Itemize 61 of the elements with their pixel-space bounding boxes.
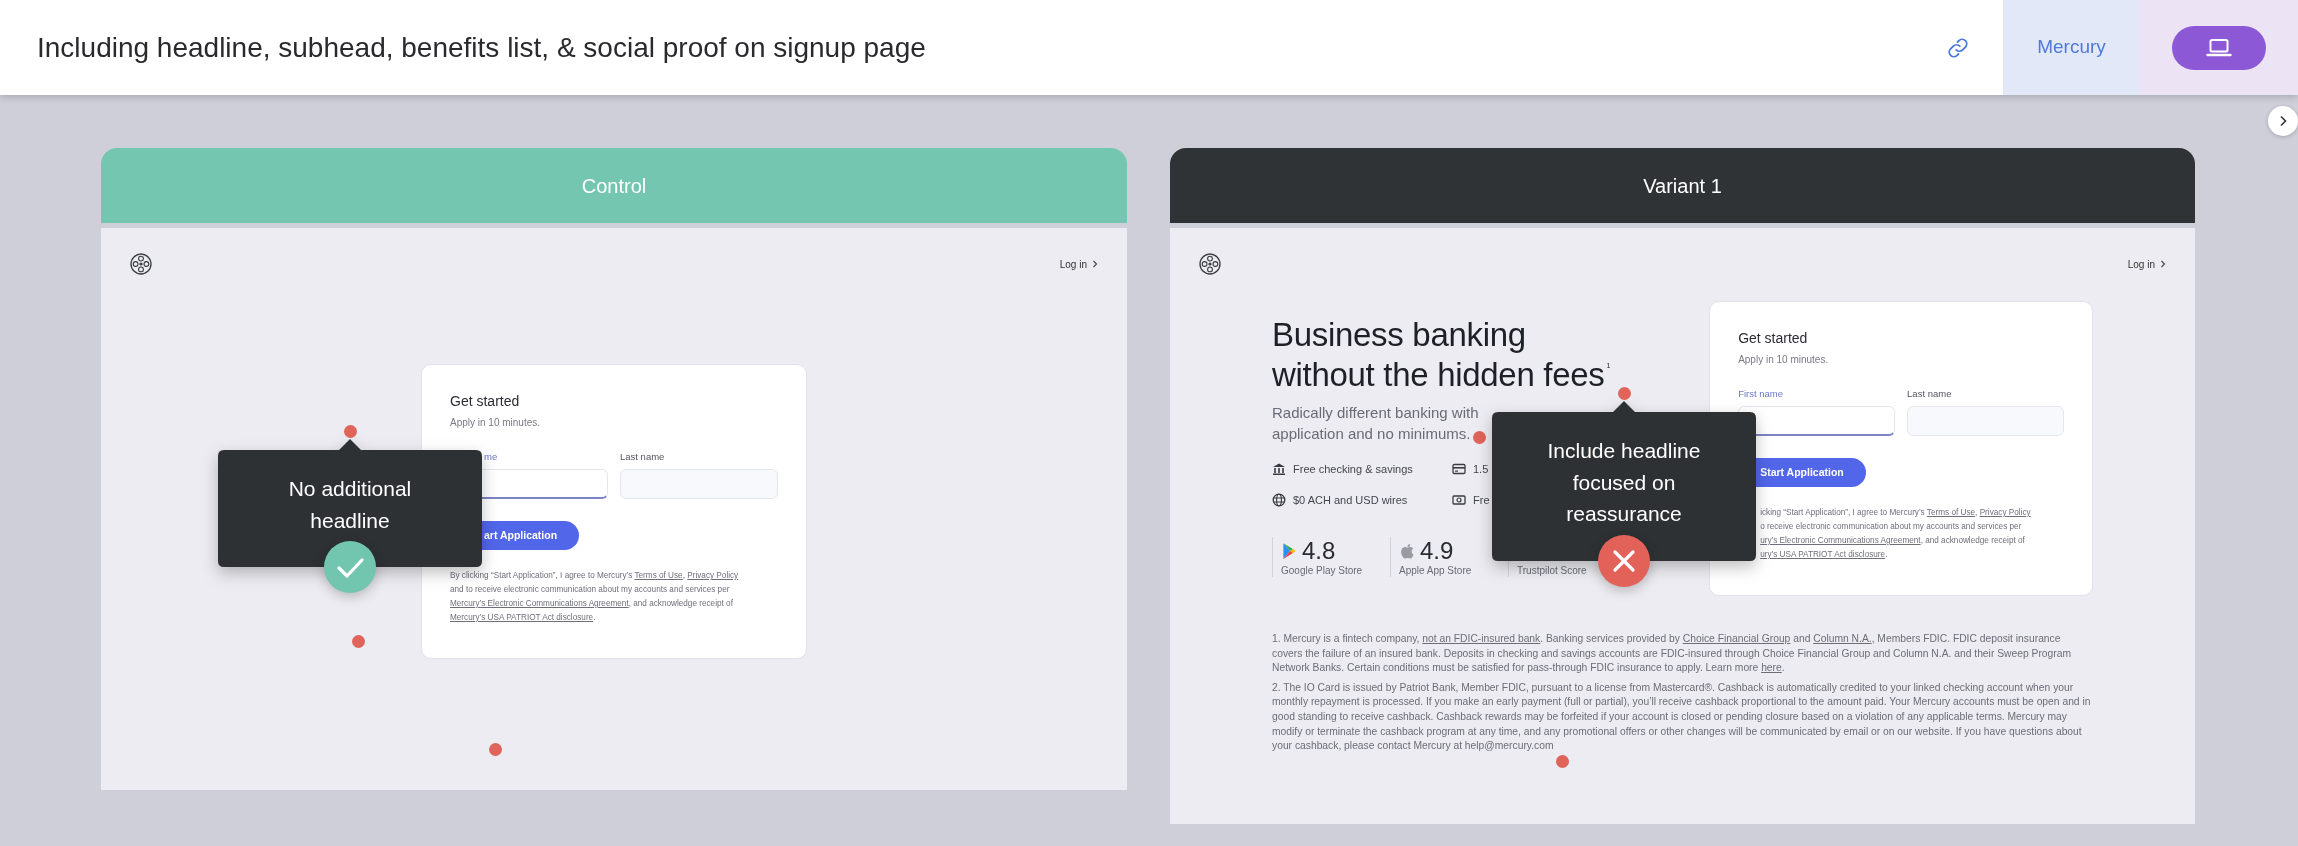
rating-source: Apple App Store: [1399, 565, 1473, 577]
benefit-text: 1.5: [1473, 461, 1489, 477]
legal-link[interactable]: Privacy Policy: [687, 571, 739, 580]
form-title: Get started: [450, 393, 521, 410]
rating-source: Trustpilot Score: [1517, 565, 1588, 577]
panel-header: Control: [101, 148, 1127, 223]
field-label: Last name: [620, 451, 666, 463]
footnote-text: 2. The IO Card is issued by Patriot Bank, Member FDIC, pursuant to a license from Mastercard®. Cashback is automatically credited to your linked checking account when your monthly repayment is processed. If you make an early payment (full or partial), you’ll receive cashback proportional to the amount paid. Your Mercury accounts must be open and in good standing to receive cashback. Cashback rewards may be forfeited if your account is closed or pending closure based on a violation of any applicable terms. Mercury may modify or terminate the cashback program at any time, and any promotional offers or other changes will be communicated by email or on our website. If you have questions about your cashback, please contact Mercury at help@mercury.com: [1272, 680, 2092, 754]
field-label: me: [483, 451, 499, 463]
login-link[interactable]: Log in: [1059, 256, 1098, 272]
laptop-icon: [2206, 37, 2232, 58]
benefit-text: $0 ACH and USD wires: [1293, 492, 1408, 508]
link-icon: [1947, 36, 1969, 59]
benefit-text: Fre: [1473, 492, 1490, 508]
rating-score: 4.8: [1302, 537, 1336, 565]
text-field[interactable]: [1738, 406, 1896, 436]
legal-link[interactable]: ury’s Electronic Communications Agreement: [1760, 536, 1921, 545]
footnote-link[interactable]: Choice Financial Group: [1682, 633, 1791, 644]
legal-link[interactable]: Mercury’s Electronic Communications Agreement: [450, 599, 629, 608]
text-field[interactable]: [1907, 406, 2064, 436]
apple-icon: [1399, 542, 1415, 560]
footnote-link[interactable]: Column N.A.: [1813, 633, 1872, 644]
globe-icon: [1272, 493, 1286, 507]
footnote-link[interactable]: here: [1761, 662, 1782, 674]
play-triangle-icon: [1281, 542, 1297, 560]
marker-dot-icon: [1555, 754, 1569, 768]
chevron-right-icon: [2160, 260, 2166, 268]
marker-dot-icon: [1618, 387, 1631, 400]
rating-score: 4.9: [1420, 537, 1454, 565]
card-icon: [1452, 462, 1466, 476]
marker-dot-icon: [344, 425, 357, 438]
benefit-text: Free checking & savings: [1293, 461, 1413, 477]
field-label: First name: [1738, 388, 1784, 400]
form-subtitle: Apply in 10 minutes.: [450, 416, 542, 429]
annotation-text: Include headline focused on reassurance: [1547, 439, 1701, 525]
emblem-icon: [130, 253, 152, 275]
rating-source: Google Play Store: [1281, 565, 1364, 577]
legal-link[interactable]: Privacy Policy: [1979, 508, 2031, 517]
marker-dot-icon: [352, 635, 365, 648]
bank-icon: [1272, 462, 1286, 476]
form-title: Get started: [1738, 330, 1809, 347]
banknote-icon: [1452, 493, 1466, 507]
legal-text: By clicking “Start Application”, I agree to Mercury’s Terms of Use, Privacy Policy and to receive electronic communication about my accounts and services per Mercury’s Electronic Communications Agreement, and acknowledge receipt of Mercury’s USA PATRIOT Act disclosure.: [450, 570, 740, 624]
form-subtitle: Apply in 10 minutes.: [1738, 353, 1830, 366]
subheadline: Radically different banking with application and no minimums.: [1272, 404, 1479, 442]
marker-dot-icon: [489, 743, 502, 756]
marker-dot-icon: [1473, 431, 1487, 444]
annotation-text: No additional headline: [288, 477, 412, 532]
desktop-view-button[interactable]: [2172, 25, 2266, 70]
chevron-right-icon: [2278, 115, 2288, 127]
legal-link[interactable]: Terms of Use: [634, 571, 683, 580]
page-title: Including headline, subhead, benefits list, & social proof on signup page: [37, 31, 926, 64]
login-link[interactable]: Log in: [2127, 256, 2166, 272]
chevron-right-icon: [1092, 260, 1098, 268]
headline: Business banking without the hidden fees$^{1}$: [1272, 315, 1611, 395]
field-label: Last name: [1907, 388, 1953, 400]
text-field[interactable]: [620, 469, 778, 499]
footnote-text: 1. Mercury is a fintech company, not an FDIC-insured bank. Banking services provided by Choice Financial Group and Column N.A., Members FDIC. FDIC deposit insurance covers the failure of an insured bank. Deposits in checking and savings accounts are FDIC-insured through Choice Financial Group and Column N.A. and their Sweep Program Network Banks. Certain conditions must be satisfied for pass-through FDIC insurance to apply. Learn more here.: [1272, 632, 2072, 676]
emblem-icon: [1199, 253, 1221, 275]
panel-header: Variant 1: [1170, 148, 2195, 223]
company-tab[interactable]: Mercury: [2003, 0, 2140, 95]
